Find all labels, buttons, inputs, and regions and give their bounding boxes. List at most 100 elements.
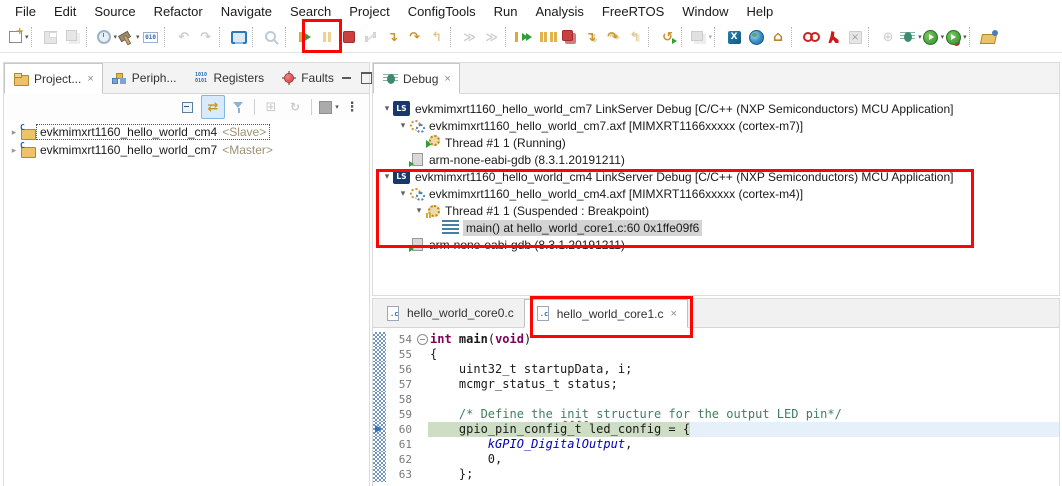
code-area[interactable]: 54 int main(void) 55 { bbox=[373, 328, 1059, 482]
memory-button[interactable] bbox=[690, 25, 713, 49]
fold-minus-icon[interactable] bbox=[417, 334, 428, 345]
redo-button[interactable] bbox=[195, 25, 217, 49]
expand-chevron-icon[interactable] bbox=[397, 120, 409, 131]
code-line[interactable]: 57 mcmgr_status_t status; bbox=[373, 377, 1059, 392]
mcuxpresso-button[interactable] bbox=[723, 25, 745, 49]
console-button[interactable] bbox=[228, 25, 250, 49]
resume-all-button[interactable] bbox=[514, 25, 536, 49]
profile-button[interactable] bbox=[944, 25, 967, 49]
terminate-all-button[interactable] bbox=[558, 25, 580, 49]
undo-button[interactable] bbox=[173, 25, 195, 49]
minimize-button[interactable] bbox=[342, 74, 351, 83]
debug-session-cm4[interactable]: evkmimxrt1160_hello_world_cm4 LinkServer… bbox=[373, 168, 1059, 185]
link-with-editor-button[interactable] bbox=[201, 95, 225, 119]
disconnect-button[interactable] bbox=[360, 25, 382, 49]
import-button[interactable] bbox=[978, 25, 1000, 49]
welcome-button[interactable] bbox=[745, 25, 767, 49]
close-icon[interactable]: × bbox=[670, 308, 676, 320]
menu-item[interactable]: Analysis bbox=[526, 2, 592, 21]
step-over-all-button[interactable] bbox=[602, 25, 624, 49]
debug-session-cm7[interactable]: evkmimxrt1160_hello_world_cm7 LinkServer… bbox=[373, 100, 1059, 117]
build-button[interactable] bbox=[117, 25, 140, 49]
crosshair-button[interactable] bbox=[877, 25, 899, 49]
toolbar-separator bbox=[648, 27, 655, 47]
code-line[interactable]: 54 int main(void) bbox=[373, 332, 1059, 347]
view-menu-button[interactable] bbox=[341, 96, 363, 118]
home-button[interactable] bbox=[767, 25, 789, 49]
debug-button[interactable] bbox=[899, 25, 922, 49]
close-icon[interactable]: × bbox=[444, 73, 450, 85]
expand-chevron-icon[interactable] bbox=[8, 145, 20, 156]
debug-thread-cm7[interactable]: Thread #1 1 (Running) bbox=[373, 134, 1059, 151]
code-line[interactable]: 63 }; bbox=[373, 467, 1059, 482]
code-line[interactable]: 59 /* Define the init structure for the … bbox=[373, 407, 1059, 422]
code-line[interactable]: 62 0, bbox=[373, 452, 1059, 467]
menu-item[interactable]: Navigate bbox=[212, 2, 281, 21]
code-line[interactable]: 55 { bbox=[373, 347, 1059, 362]
project-cm7[interactable]: evkmimxrt1160_hello_world_cm7<Master> bbox=[4, 141, 369, 159]
code-line[interactable]: 61 kGPIO_DigitalOutput, bbox=[373, 437, 1059, 452]
close-icon[interactable]: × bbox=[87, 73, 93, 85]
step-into-button[interactable] bbox=[382, 25, 404, 49]
inspect-button[interactable] bbox=[261, 25, 283, 49]
tab-registers[interactable]: Registers × bbox=[185, 63, 273, 93]
resume-button[interactable] bbox=[294, 25, 316, 49]
expand-chevron-icon[interactable] bbox=[381, 171, 393, 182]
suspend-button[interactable] bbox=[316, 25, 338, 49]
debug-target-cm7[interactable]: evkmimxrt1160_hello_world_cm7.axf [MIMXR… bbox=[373, 117, 1059, 134]
project-cm4[interactable]: evkmimxrt1160_hello_world_cm4<Slave> bbox=[4, 123, 369, 141]
new-wizard-button[interactable] bbox=[6, 25, 29, 49]
menu-item[interactable]: Window bbox=[673, 2, 737, 21]
restart-button[interactable] bbox=[657, 25, 679, 49]
code-line[interactable]: 60 gpio_pin_config_t led_config = { bbox=[373, 422, 1059, 437]
code-line[interactable]: 56 uint32_t startupData, i; bbox=[373, 362, 1059, 377]
tab-faults[interactable]: Faults × bbox=[272, 63, 342, 93]
menu-item[interactable]: Refactor bbox=[145, 2, 212, 21]
terminate-button[interactable] bbox=[338, 25, 360, 49]
tab-hello-world-core0[interactable]: hello_world_core0.c × bbox=[375, 299, 524, 327]
menu-item[interactable]: Project bbox=[340, 2, 398, 21]
clock-config-button[interactable] bbox=[95, 25, 118, 49]
grid-button[interactable] bbox=[260, 96, 282, 118]
collapse-all-button[interactable] bbox=[177, 96, 199, 118]
linkserver-button[interactable] bbox=[800, 25, 822, 49]
menu-item[interactable]: ConfigTools bbox=[399, 2, 485, 21]
tab-peripherals[interactable]: Periph... × bbox=[103, 63, 185, 93]
remove-button[interactable] bbox=[844, 25, 866, 49]
debug-thread-cm4[interactable]: Thread #1 1 (Suspended : Breakpoint) bbox=[373, 202, 1059, 219]
debug-stack-frame-main[interactable]: main() at hello_world_core1.c:60 0x1ffe0… bbox=[373, 219, 1059, 236]
save-button[interactable] bbox=[40, 25, 62, 49]
save-all-button[interactable] bbox=[62, 25, 84, 49]
expand-chevron-icon[interactable] bbox=[413, 205, 425, 216]
instruction-stepping-button[interactable] bbox=[459, 25, 481, 49]
menu-item[interactable]: Source bbox=[85, 2, 144, 21]
instruction-step-over-button[interactable] bbox=[481, 25, 503, 49]
tab-project-explorer[interactable]: Project... × bbox=[4, 63, 103, 94]
menu-item[interactable]: Run bbox=[485, 2, 527, 21]
debug-gdb-cm4[interactable]: arm-none-eabi-gdb (8.3.1.20191211) bbox=[373, 236, 1059, 253]
run-button[interactable] bbox=[922, 25, 945, 49]
red-trace-button[interactable] bbox=[822, 25, 844, 49]
step-return-button[interactable] bbox=[426, 25, 448, 49]
tab-hello-world-core1[interactable]: hello_world_core1.c × bbox=[524, 299, 688, 328]
binary-utilities-button[interactable] bbox=[140, 25, 162, 49]
step-over-button[interactable] bbox=[404, 25, 426, 49]
debug-gdb-cm7[interactable]: arm-none-eabi-gdb (8.3.1.20191211) bbox=[373, 151, 1059, 168]
menu-item[interactable]: Help bbox=[738, 2, 783, 21]
menu-item[interactable]: FreeRTOS bbox=[593, 2, 673, 21]
expand-chevron-icon[interactable] bbox=[397, 188, 409, 199]
menu-item[interactable]: Edit bbox=[45, 2, 85, 21]
step-return-all-button[interactable] bbox=[624, 25, 646, 49]
code-line[interactable]: 58 bbox=[373, 392, 1059, 407]
step-into-all-button[interactable] bbox=[580, 25, 602, 49]
expand-chevron-icon[interactable] bbox=[381, 103, 393, 114]
maximize-button[interactable] bbox=[361, 72, 372, 84]
expand-chevron-icon[interactable] bbox=[8, 127, 20, 138]
suspend-all-button[interactable] bbox=[536, 25, 558, 49]
menu-item[interactable]: File bbox=[6, 2, 45, 21]
debug-target-cm4[interactable]: evkmimxrt1160_hello_world_cm4.axf [MIMXR… bbox=[373, 185, 1059, 202]
tab-debug[interactable]: Debug × bbox=[373, 63, 460, 94]
swatch-button[interactable] bbox=[317, 96, 339, 118]
menu-item[interactable]: Search bbox=[281, 2, 340, 21]
separator bbox=[220, 29, 226, 46]
